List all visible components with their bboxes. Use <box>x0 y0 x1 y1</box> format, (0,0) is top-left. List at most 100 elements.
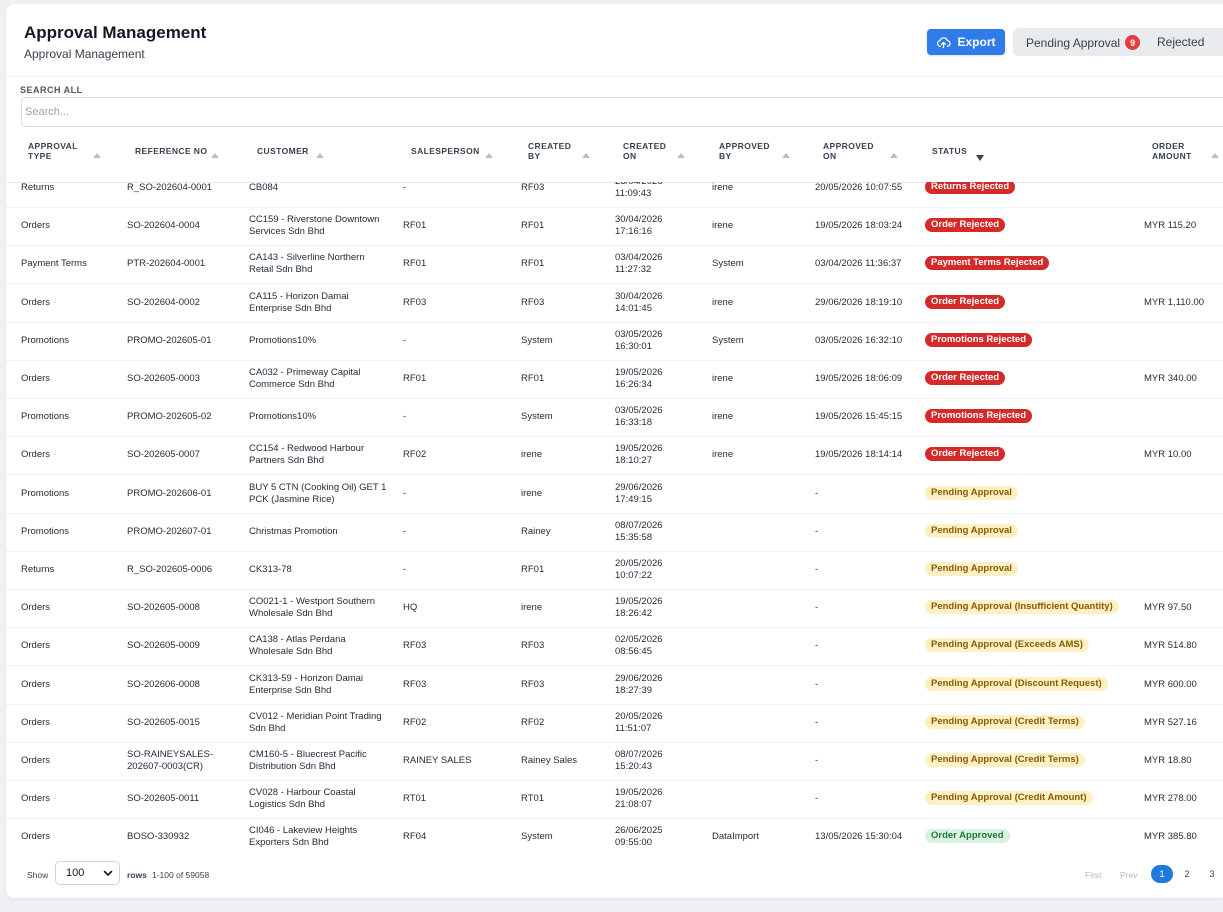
column-header-created-by[interactable]: CREATED BY <box>528 141 571 161</box>
cell-reference-no: SO-202604-0004 <box>127 220 200 232</box>
column-header-text: SALESPERSON <box>411 146 480 156</box>
cell-created-on-time: 21:08:07 <box>615 799 652 811</box>
cell-customer: Partners Sdn Bhd <box>249 455 324 467</box>
column-header-customer[interactable]: CUSTOMER <box>257 146 309 156</box>
table-row[interactable]: Orders SO-202604-0002 CA115 - Horizon Dama… <box>6 284 1223 323</box>
cell-customer: Commerce Sdn Bhd <box>249 379 335 390</box>
column-header-approved-on[interactable]: APPROVED ON <box>823 141 874 161</box>
table-header: APPROVAL TYPE REFERENCE NO CUSTOMER SALESPER… <box>6 128 1223 183</box>
cell-customer: Logistics Sdn Bhd <box>249 799 326 811</box>
rows-per-page-select[interactable]: 100 <box>55 861 120 885</box>
cell-customer: CK313-78 <box>249 564 292 575</box>
cell-approved-on: - <box>815 678 819 690</box>
sort-asc-icon[interactable] <box>582 153 590 158</box>
cell-created-on-date: 30/04/2026 <box>615 214 663 226</box>
cell-approved-on: 20/05/2026 10:07:55 <box>815 182 903 193</box>
sort-asc-icon[interactable] <box>890 153 898 158</box>
column-header-type[interactable]: APPROVAL TYPE <box>28 141 78 161</box>
cell-created-on-date: 29/06/2026 <box>615 481 663 493</box>
table-row[interactable]: Orders SO-202606-0008 CK313-59 - Horizon D… <box>6 666 1223 705</box>
search-input[interactable] <box>21 97 1223 127</box>
cell-approval-type: Returns <box>21 182 55 193</box>
column-header-ref[interactable]: REFERENCE NO <box>135 146 207 156</box>
cell-customer: PCK (Jasmine Rice) <box>249 493 335 505</box>
first-page-link[interactable]: First <box>1085 870 1102 880</box>
sort-asc-icon[interactable] <box>485 153 493 158</box>
cell-approved-on: - <box>815 755 819 766</box>
page-2-button[interactable]: 2 <box>1176 865 1198 883</box>
cell-approval-type: Promotions <box>21 334 70 346</box>
column-header-text: CREATED <box>528 141 572 151</box>
table-row[interactable]: Promotions PROMO-202605-01 Promotions10% - S… <box>6 322 1223 361</box>
column-header-created-on[interactable]: CREATED ON <box>623 141 666 161</box>
cell-salesperson: - <box>403 334 407 346</box>
table-row[interactable]: Returns R_SO-202605-0006 CK313-78 - RF01 20/0… <box>6 551 1223 590</box>
column-header-approved-by[interactable]: APPROVED BY <box>719 141 770 161</box>
cell-reference-no: SO-202605-0007 <box>127 449 200 461</box>
sort-asc-icon[interactable] <box>211 153 219 158</box>
cell-customer: CB084 <box>249 182 279 193</box>
column-header-text: ON <box>623 151 637 161</box>
cell-salesperson: - <box>403 411 407 423</box>
cell-approved-on: 03/04/2026 11:36:37 <box>815 258 902 270</box>
table-row[interactable]: Orders BOSO-330932 CI046 - Lakeview Height… <box>6 818 1223 850</box>
sort-asc-icon[interactable] <box>316 153 324 158</box>
sort-asc-icon[interactable] <box>677 153 685 158</box>
cell-reference-no: PROMO-202605-01 <box>127 334 212 346</box>
column-header-text: STATUS <box>932 146 968 156</box>
table-row[interactable]: Payment Terms PTR-202604-0001 CA143 - Silv… <box>6 245 1223 285</box>
table-row[interactable]: Orders SO-202605-0003 CA032 - Primeway Cap… <box>6 360 1223 399</box>
cell-salesperson: HQ <box>403 602 418 614</box>
table-row[interactable]: Orders SO-202605-0007 CC154 - Redwood Harb… <box>6 436 1223 476</box>
table-row[interactable]: ReturnsR_SO-202604-0001CB084-RF0323/04/2… <box>6 182 1223 208</box>
status-badge: Pending Approval <box>925 523 1018 538</box>
page-header: Approval Management Approval Management … <box>6 4 1223 77</box>
cell-created-on-date: 03/04/2026 <box>615 252 663 264</box>
table-row[interactable]: Orders SO-202605-0009 CA138 - Atlas Perdan… <box>6 627 1223 667</box>
column-header-salesperson[interactable]: SALESPERSON <box>411 146 480 156</box>
cell-customer: Retail Sdn Bhd <box>249 264 313 276</box>
sort-desc-icon[interactable] <box>976 155 984 161</box>
table-body: ReturnsR_SO-202604-0001CB084-RF0323/04/2… <box>6 182 1223 850</box>
table-row[interactable]: Orders SO-202604-0004 CC159 - Riverstone D… <box>6 207 1223 247</box>
tab-rejected[interactable]: Rejected <box>1157 35 1204 49</box>
export-label: Export <box>957 35 996 49</box>
table-row[interactable]: Orders SO-202605-0015 CV012 - Meridian Poi… <box>6 704 1223 743</box>
cell-created-on-date: 19/05/2026 <box>615 787 663 799</box>
cell-customer: CK313-59 - Horizon Damai <box>249 672 364 684</box>
cell-customer: Sdn Bhd <box>249 722 286 734</box>
column-header-amount[interactable]: ORDER AMOUNT <box>1152 141 1192 161</box>
page-3-button[interactable]: 3 <box>1201 865 1223 883</box>
status-badge: Payment Terms Rejected <box>925 256 1050 271</box>
cell-customer: Christmas Promotion <box>249 525 338 537</box>
sort-asc-icon[interactable] <box>782 153 790 158</box>
cell-approval-type: Orders <box>21 602 51 614</box>
cell-approval-type: Orders <box>21 755 51 766</box>
cell-customer: Distribution Sdn Bhd <box>249 761 336 772</box>
table-row[interactable]: Orders SO-202605-0011 CV028 - Harbour Coas… <box>6 780 1223 820</box>
column-header-status[interactable]: STATUS <box>932 146 967 156</box>
table-row[interactable]: Orders SO-202605-0008 CO021-1 - Westport S… <box>6 589 1223 629</box>
cell-order-amount: MYR 340.00 <box>1144 373 1197 384</box>
cell-salesperson: RF02 <box>403 716 427 728</box>
cell-created-on-date: 30/04/2026 <box>615 290 663 302</box>
export-button[interactable]: Export <box>927 29 1005 55</box>
cell-created-by: RF01 <box>521 220 545 232</box>
cell-approved-by: irene <box>712 182 734 193</box>
table-row[interactable]: Promotions PROMO-202607-01 Christmas Promo… <box>6 513 1223 552</box>
table-row[interactable]: Orders SO-RAINEYSALES- 202607-0003(CR) CM16… <box>6 742 1223 781</box>
prev-page-link[interactable]: Prev <box>1120 870 1137 880</box>
page-1-button[interactable]: 1 <box>1151 865 1173 883</box>
sort-asc-icon[interactable] <box>93 153 101 158</box>
cell-created-by: RF03 <box>521 678 545 690</box>
status-badge: Order Approved <box>925 829 1010 844</box>
sort-asc-icon[interactable] <box>1211 153 1219 158</box>
tab-pending-approval[interactable]: Pending Approval 9 <box>1026 35 1141 50</box>
cell-created-on-time: 10:07:22 <box>615 570 652 581</box>
range-label: 1-100 of 59058 <box>152 870 210 880</box>
column-header-text: BY <box>719 151 732 161</box>
table-row[interactable]: Promotions PROMO-202606-01 BUY 5 CTN (Cook… <box>6 475 1223 514</box>
cell-customer: Services Sdn Bhd <box>249 226 325 238</box>
table-row[interactable]: Promotions PROMO-202605-02 Promotions10% - S… <box>6 398 1223 438</box>
status-tabs: Pending Approval 9 Rejected <box>1013 28 1223 56</box>
